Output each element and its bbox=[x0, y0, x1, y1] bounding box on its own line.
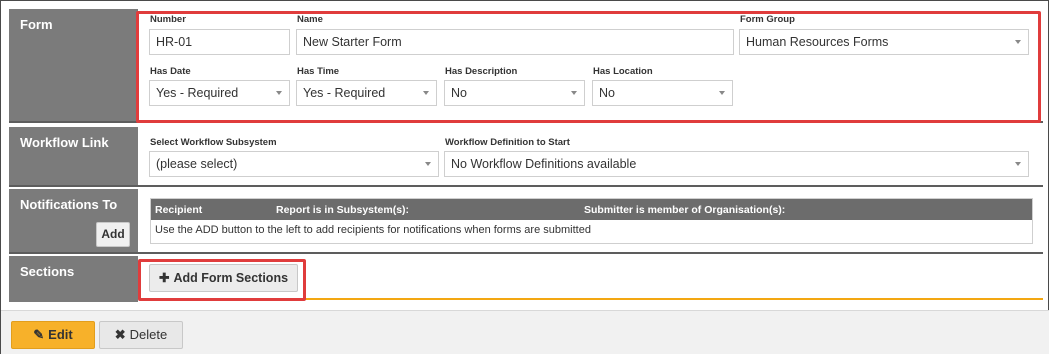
notifications-table-header: Recipient Report is in Subsystem(s): Sub… bbox=[151, 199, 1032, 220]
edit-icon: ✎ bbox=[33, 327, 45, 342]
add-sections-highlight bbox=[138, 259, 306, 301]
workflow-fields: Select Workflow Subsystem (please select… bbox=[138, 127, 1043, 185]
workflow-section-label: Workflow Link bbox=[9, 127, 138, 185]
workflow-definition-label: Workflow Definition to Start bbox=[445, 137, 570, 148]
edit-label: Edit bbox=[48, 327, 73, 342]
workflow-definition-value: No Workflow Definitions available bbox=[451, 157, 637, 171]
chevron-down-icon bbox=[425, 162, 431, 166]
notifications-row: Notifications To Add Recipient Report is… bbox=[9, 189, 1043, 254]
notifications-table: Recipient Report is in Subsystem(s): Sub… bbox=[150, 198, 1033, 244]
workflow-link-row: Workflow Link Select Workflow Subsystem … bbox=[9, 127, 1043, 187]
notifications-content: Recipient Report is in Subsystem(s): Sub… bbox=[138, 189, 1043, 252]
workflow-subsystem-value: (please select) bbox=[156, 157, 238, 171]
add-recipient-button[interactable]: Add bbox=[96, 222, 130, 247]
column-header-organisation: Submitter is member of Organisation(s): bbox=[584, 204, 786, 216]
workflow-definition-select[interactable]: No Workflow Definitions available bbox=[444, 151, 1029, 177]
form-section-label: Form bbox=[9, 9, 138, 121]
sections-divider bbox=[303, 298, 1043, 300]
notifications-section-label: Notifications To Add bbox=[9, 189, 138, 252]
column-header-recipient: Recipient bbox=[155, 204, 203, 216]
action-bar: ✎ Edit ✖ Delete bbox=[1, 310, 1049, 354]
delete-button[interactable]: ✖ Delete bbox=[99, 321, 183, 349]
workflow-subsystem-select[interactable]: (please select) bbox=[149, 151, 439, 177]
close-icon: ✖ bbox=[114, 327, 126, 342]
notifications-label-text: Notifications To bbox=[20, 197, 118, 212]
notifications-empty-message: Use the ADD button to the left to add re… bbox=[155, 224, 591, 236]
sections-section-label: Sections bbox=[9, 256, 138, 302]
edit-button[interactable]: ✎ Edit bbox=[11, 321, 95, 349]
chevron-down-icon bbox=[1015, 162, 1021, 166]
workflow-subsystem-label: Select Workflow Subsystem bbox=[150, 137, 277, 148]
delete-label: Delete bbox=[129, 327, 168, 342]
form-fields-highlight bbox=[136, 11, 1041, 123]
form-details-panel: Form Number HR-01 Name New Starter Form … bbox=[0, 0, 1049, 354]
column-header-subsystem: Report is in Subsystem(s): bbox=[276, 204, 410, 216]
